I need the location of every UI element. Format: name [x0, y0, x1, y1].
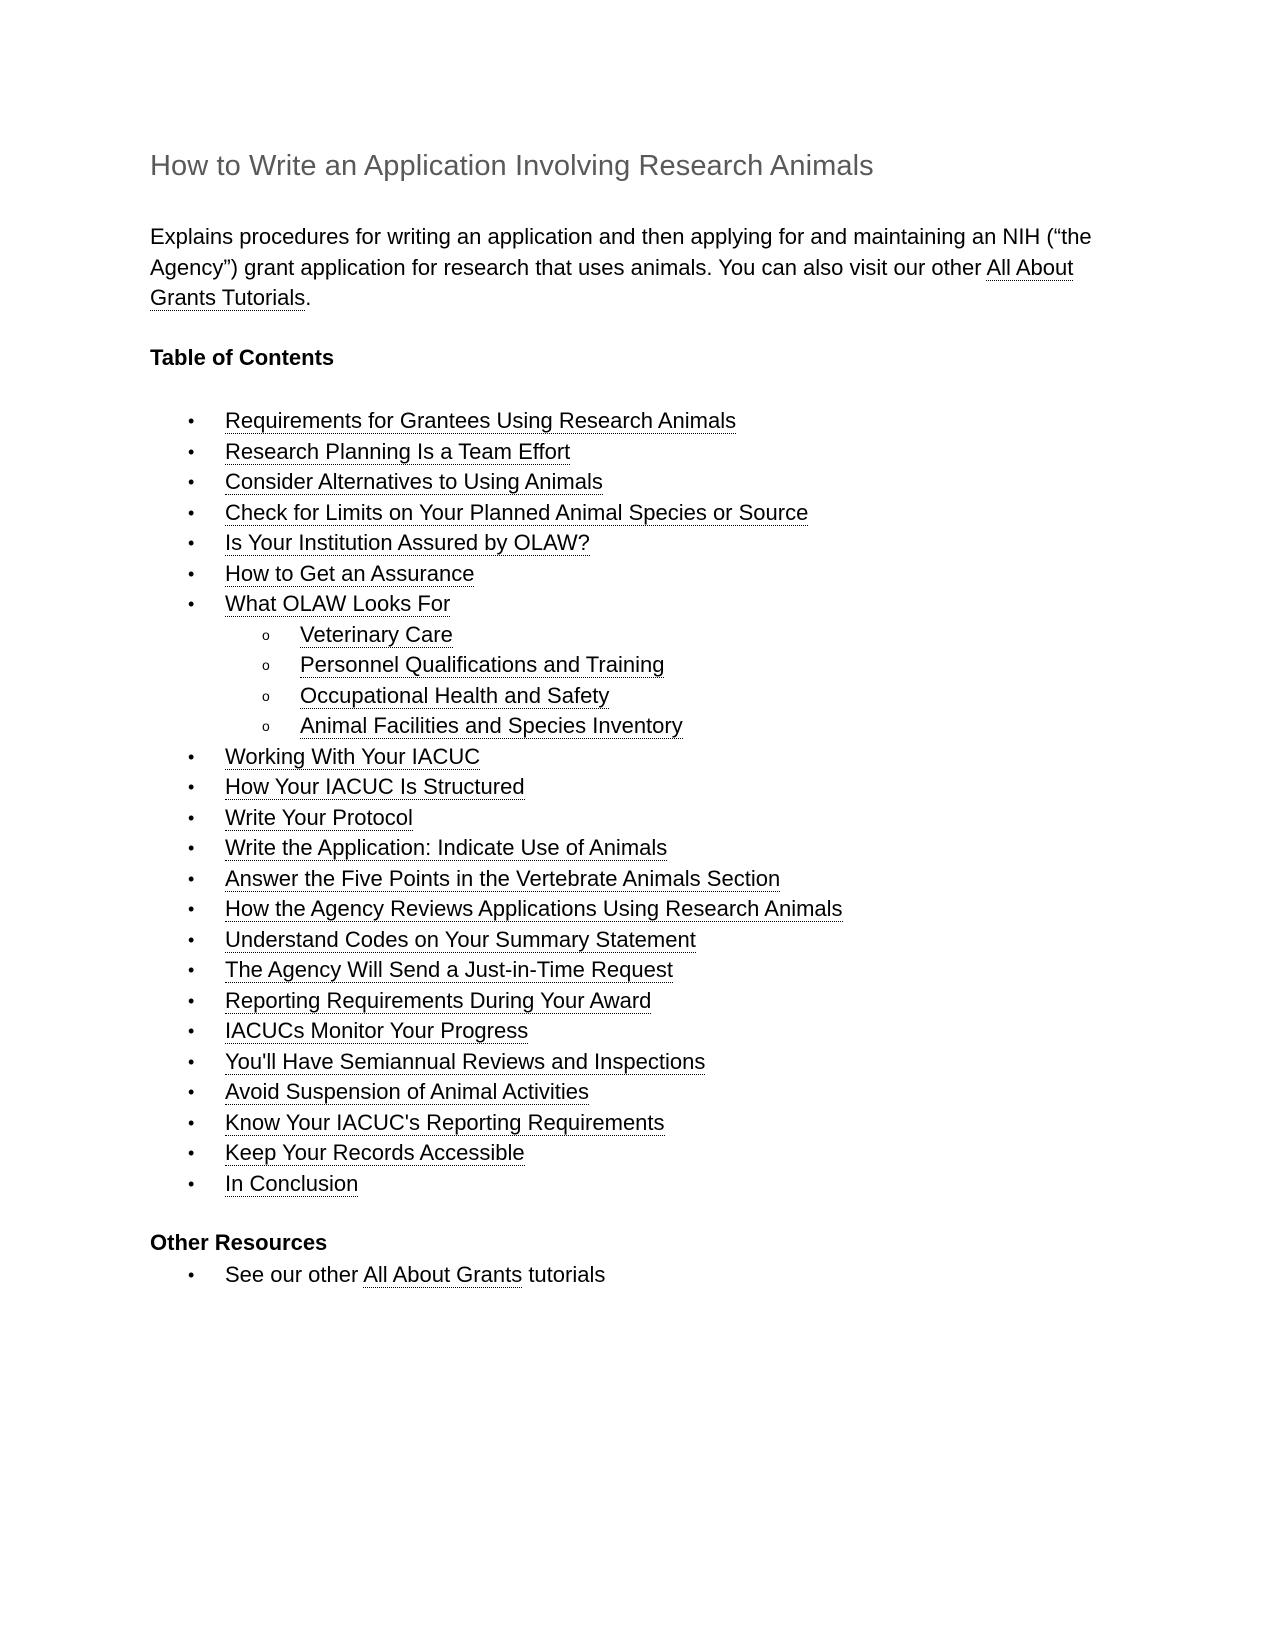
bullet-icon: •	[188, 533, 195, 553]
toc-link[interactable]: IACUCs Monitor Your Progress	[225, 1018, 529, 1044]
bullet-icon: •	[188, 899, 195, 919]
circle-bullet-icon: o	[262, 718, 270, 734]
bullet-icon: •	[188, 1143, 195, 1163]
toc-link[interactable]: Personnel Qualifications and Training	[300, 652, 665, 678]
toc-link[interactable]: Avoid Suspension of Animal Activities	[225, 1079, 590, 1105]
bullet-icon: •	[188, 563, 195, 584]
bullet-icon: •	[188, 990, 195, 1011]
bullet-icon: •	[188, 929, 195, 950]
intro-text: Explains procedures for writing an appli…	[150, 224, 1092, 280]
intro-text-end: .	[305, 285, 312, 310]
toc-link[interactable]: Answer the Five Points in the Vertebrate…	[225, 865, 781, 892]
bullet-icon: •	[188, 411, 195, 431]
toc-link[interactable]: Requirements for Grantees Using Research…	[225, 408, 737, 434]
other-resources-text: See our other	[225, 1262, 364, 1287]
bullet-icon: •	[188, 441, 195, 462]
toc-link[interactable]: Know Your IACUC's Reporting Requirements	[225, 1109, 665, 1136]
bullet-icon: •	[188, 1265, 195, 1285]
toc-link[interactable]: How the Agency Reviews Applications Usin…	[225, 896, 843, 922]
toc-link[interactable]: Reporting Requirements During Your Award	[225, 987, 652, 1014]
other-resources-text-end: tutorials	[522, 1262, 606, 1287]
toc-link[interactable]: The Agency Will Send a Just-in-Time Requ…	[225, 957, 673, 983]
toc-link[interactable]: Consider Alternatives to Using Animals	[225, 469, 603, 495]
bullet-icon: •	[188, 1082, 195, 1102]
toc-link[interactable]: You'll Have Semiannual Reviews and Inspe…	[225, 1048, 706, 1075]
page-title: How to Write an Application Involving Re…	[150, 150, 874, 182]
toc-link[interactable]: Is Your Institution Assured by OLAW?	[225, 530, 590, 556]
toc-link[interactable]: How to Get an Assurance	[225, 560, 475, 587]
toc-link[interactable]: Check for Limits on Your Planned Animal …	[225, 499, 809, 526]
toc-link[interactable]: Write Your Protocol	[225, 804, 413, 831]
toc-link[interactable]: Animal Facilities and Species Inventory	[300, 713, 683, 739]
bullet-icon: •	[188, 868, 195, 889]
bullet-icon: •	[188, 1173, 195, 1194]
intro-paragraph: Explains procedures for writing an appli…	[150, 222, 1110, 314]
toc-link[interactable]: Research Planning Is a Team Effort	[225, 438, 571, 465]
toc-link[interactable]: How Your IACUC Is Structured	[225, 774, 525, 800]
bullet-icon: •	[188, 472, 195, 492]
circle-bullet-icon: o	[262, 687, 270, 704]
circle-bullet-icon: o	[262, 657, 270, 673]
bullet-icon: •	[188, 807, 195, 828]
bullet-icon: •	[188, 746, 195, 767]
bullet-icon: •	[188, 777, 195, 797]
toc-link[interactable]: Keep Your Records Accessible	[225, 1140, 525, 1166]
toc-link[interactable]: What OLAW Looks For	[225, 591, 451, 617]
bullet-icon: •	[188, 1021, 195, 1041]
toc-link[interactable]: Write the Application: Indicate Use of A…	[225, 835, 668, 861]
circle-bullet-icon: o	[262, 626, 270, 643]
bullet-icon: •	[188, 960, 195, 980]
toc-link[interactable]: Working With Your IACUC	[225, 743, 481, 770]
bullet-icon: •	[188, 502, 195, 523]
bullet-icon: •	[188, 594, 195, 614]
bullet-icon: •	[188, 838, 195, 858]
all-about-grants-link[interactable]: All About Grants	[363, 1262, 523, 1288]
toc-link[interactable]: In Conclusion	[225, 1170, 359, 1197]
toc-link[interactable]: Occupational Health and Safety	[300, 682, 610, 709]
toc-link[interactable]: Understand Codes on Your Summary Stateme…	[225, 926, 696, 953]
other-resources-heading: Other Resources	[150, 1230, 328, 1255]
bullet-icon: •	[188, 1051, 195, 1072]
toc-link[interactable]: Veterinary Care	[300, 621, 453, 648]
bullet-icon: •	[188, 1112, 195, 1133]
toc-heading: Table of Contents	[150, 345, 335, 370]
